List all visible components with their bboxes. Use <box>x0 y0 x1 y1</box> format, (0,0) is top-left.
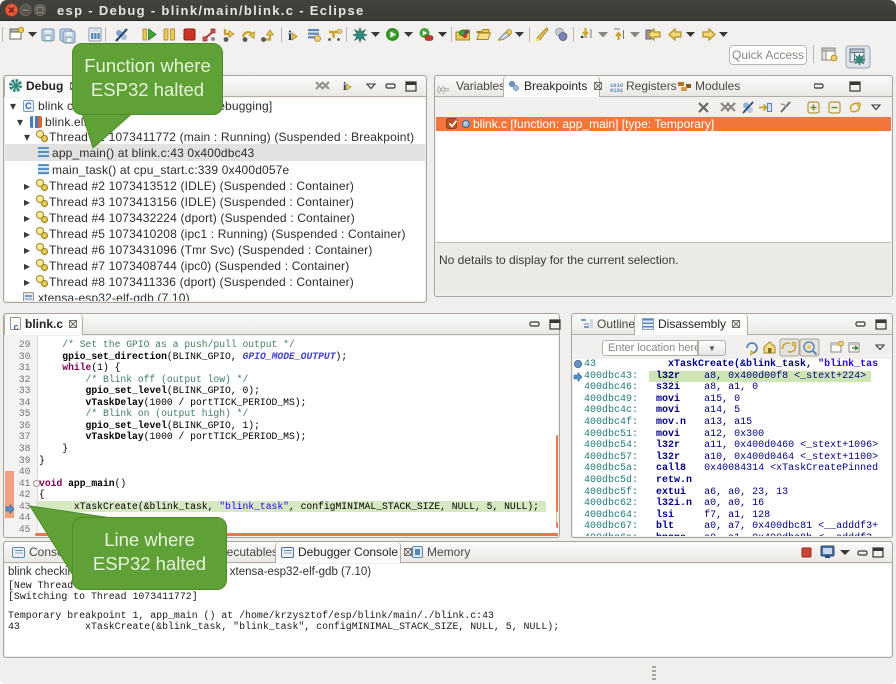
svg-text:i: i <box>288 29 292 44</box>
